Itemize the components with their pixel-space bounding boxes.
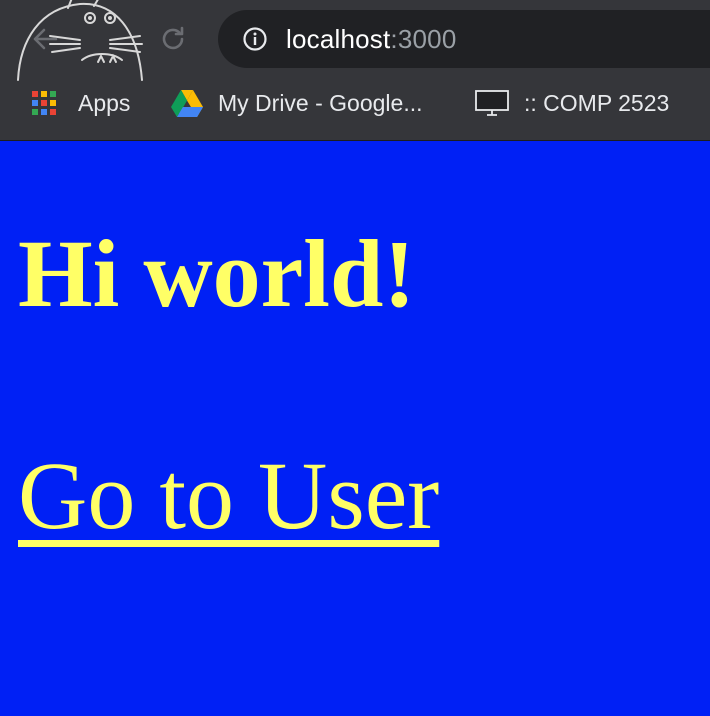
url-host: localhost <box>286 24 391 54</box>
url-port: :3000 <box>390 24 457 54</box>
bookmark-label: Apps <box>78 89 131 116</box>
bookmark-apps[interactable]: Apps <box>30 86 130 120</box>
reload-button[interactable] <box>156 22 190 56</box>
address-bar[interactable]: localhost:3000 <box>218 10 710 68</box>
bookmark-label: :: COMP 2523 <box>524 89 670 116</box>
google-drive-icon <box>171 90 203 117</box>
go-to-user-link[interactable]: Go to User <box>18 441 439 551</box>
back-button[interactable] <box>28 22 62 56</box>
browser-chrome: localhost:3000 Apps My Drive - Google...… <box>0 0 710 141</box>
bookmark-my-drive[interactable]: My Drive - Google... <box>170 86 423 120</box>
url-text[interactable]: localhost:3000 <box>286 23 457 55</box>
browser-toolbar: localhost:3000 <box>0 0 710 81</box>
page-content: Hi world! Go to User <box>0 141 710 716</box>
page-heading: Hi world! <box>18 220 416 327</box>
bookmark-comp-2523[interactable]: :: COMP 2523 <box>474 86 669 120</box>
bookmarks-bar: Apps My Drive - Google... :: COMP 2523 <box>0 78 710 128</box>
bookmark-label: My Drive - Google... <box>218 89 423 116</box>
apps-grid-icon <box>32 91 56 115</box>
monitor-icon <box>475 90 509 116</box>
info-icon[interactable] <box>242 26 268 52</box>
